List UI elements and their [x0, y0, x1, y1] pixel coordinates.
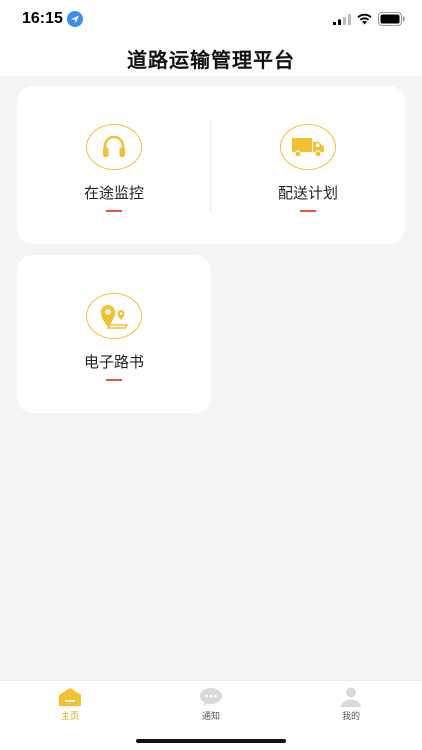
menu-card-secondary: 电子路书 [17, 255, 211, 413]
location-arrow-icon [67, 11, 83, 27]
tab-notifications[interactable]: 通知 [141, 681, 281, 725]
battery-icon [378, 12, 405, 26]
app-screen: 16:15 道路运输管理平台 在途监控 配送计划 电子路书 主页 通知 我的 [0, 0, 422, 750]
menu-tile-label: 配送计划 [277, 184, 338, 202]
menu-tile-in-transit-monitoring[interactable]: 在途监控 [17, 86, 211, 244]
map-location-icon [86, 293, 142, 339]
page-title: 道路运输管理平台 [127, 48, 295, 72]
user-profile-icon [341, 687, 361, 707]
tab-home[interactable]: 主页 [0, 681, 140, 725]
menu-tile-delivery-plan[interactable]: 配送计划 [211, 86, 405, 244]
menu-tile-electronic-road-book[interactable]: 电子路书 [17, 255, 211, 413]
tab-home-label: 主页 [60, 712, 79, 722]
menu-tile-label: 电子路书 [83, 353, 144, 371]
tile-underline [106, 379, 122, 381]
page-header: 道路运输管理平台 [0, 40, 422, 76]
tab-notifications-label: 通知 [201, 712, 220, 722]
tile-underline [300, 210, 316, 212]
home-icon [59, 688, 81, 706]
cellular-signal-icon [333, 14, 351, 25]
delivery-truck-icon [280, 124, 336, 170]
tab-profile-label: 我的 [341, 712, 360, 722]
wifi-icon [357, 13, 372, 25]
status-time: 16:15 [22, 10, 63, 27]
tab-profile[interactable]: 我的 [281, 681, 421, 725]
home-indicator [136, 739, 286, 743]
tile-underline [106, 210, 122, 212]
menu-tile-label: 在途监控 [83, 184, 144, 202]
status-bar: 16:15 [0, 0, 422, 40]
chat-bubble-icon [200, 688, 222, 707]
headphones-icon [86, 124, 142, 170]
menu-card-primary: 在途监控 配送计划 [17, 86, 405, 244]
